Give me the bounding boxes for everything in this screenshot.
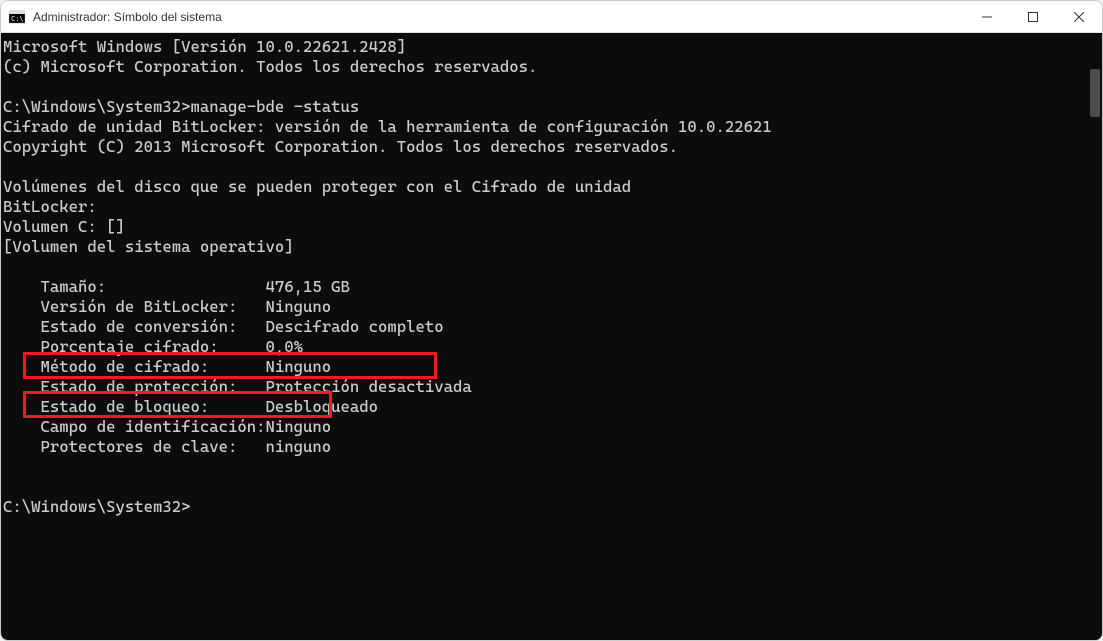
window-title: Administrador: Símbolo del sistema xyxy=(33,10,964,24)
output-line: Estado de conversión: Descifrado complet… xyxy=(3,317,444,336)
output-line: Campo de identificación:Ninguno xyxy=(3,417,331,436)
maximize-button[interactable] xyxy=(1010,1,1056,32)
output-line: Protectores de clave: ninguno xyxy=(3,437,331,456)
output-line: Estado de protección: Protección desacti… xyxy=(3,377,472,396)
output-line: Porcentaje cifrado: 0,0% xyxy=(3,337,303,356)
terminal-output: Microsoft Windows [Versión 10.0.22621.24… xyxy=(1,33,1102,521)
terminal-body[interactable]: Microsoft Windows [Versión 10.0.22621.24… xyxy=(1,33,1102,640)
output-line: Microsoft Windows [Versión 10.0.22621.24… xyxy=(3,37,406,56)
output-line: Estado de bloqueo: Desbloqueado xyxy=(3,397,378,416)
output-line: Método de cifrado: Ninguno xyxy=(3,357,331,376)
output-line: Copyright (C) 2013 Microsoft Corporation… xyxy=(3,137,678,156)
output-line: Volumen C: [] xyxy=(3,217,125,236)
cmd-icon: C:\ xyxy=(9,9,25,25)
close-button[interactable] xyxy=(1056,1,1102,32)
scrollbar-track[interactable] xyxy=(1088,33,1102,640)
titlebar[interactable]: C:\ Administrador: Símbolo del sistema xyxy=(1,1,1102,33)
output-line: Versión de BitLocker: Ninguno xyxy=(3,297,331,316)
svg-text:C:\: C:\ xyxy=(11,15,24,23)
output-line: Cifrado de unidad BitLocker: versión de … xyxy=(3,117,772,136)
window-controls xyxy=(964,1,1102,32)
minimize-button[interactable] xyxy=(964,1,1010,32)
output-line: Volúmenes del disco que se pueden proteg… xyxy=(3,177,631,196)
output-line: C:\Windows\System32>manage-bde -status xyxy=(3,97,359,116)
output-line: Tamaño: 476,15 GB xyxy=(3,277,350,296)
output-line: (c) Microsoft Corporation. Todos los der… xyxy=(3,57,537,76)
scrollbar-thumb[interactable] xyxy=(1090,69,1100,117)
output-line: BitLocker: xyxy=(3,197,97,216)
output-line: [Volumen del sistema operativo] xyxy=(3,237,294,256)
command-prompt-window: C:\ Administrador: Símbolo del sistema M… xyxy=(0,0,1103,641)
output-line: C:\Windows\System32> xyxy=(3,497,191,516)
